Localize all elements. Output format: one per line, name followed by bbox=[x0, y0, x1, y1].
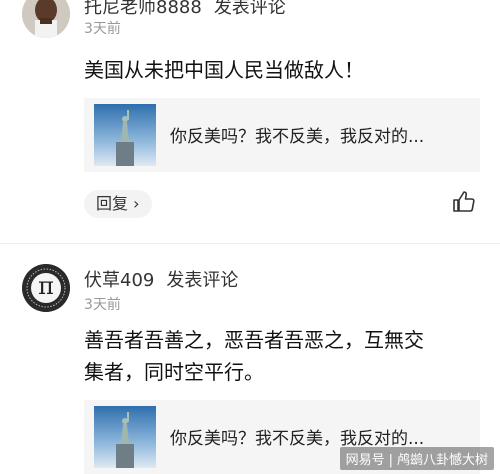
statue-of-liberty-thumbnail bbox=[94, 406, 156, 468]
reply-button[interactable]: 回复 › bbox=[84, 190, 152, 218]
reply-label: 回复 bbox=[96, 194, 129, 213]
quoted-article-title: 你反美吗？我不反美，我反对的... bbox=[170, 127, 425, 147]
chevron-right-icon: › bbox=[133, 194, 140, 213]
avatar[interactable]: π bbox=[22, 264, 70, 312]
thumbs-up-icon[interactable] bbox=[452, 190, 476, 214]
username-text[interactable]: 托尼老师8888 bbox=[84, 0, 202, 18]
quoted-article[interactable]: 你反美吗？我不反美，我反对的... bbox=[84, 98, 480, 172]
comment-text-line-1: 善吾者吾善之，恶吾者吾恶之，互無交 bbox=[84, 328, 424, 352]
statue-of-liberty-thumbnail bbox=[94, 104, 156, 166]
comment-username[interactable]: 伏草409 发表评论 bbox=[84, 266, 238, 292]
watermark: 网易号 | 鸬鹚八卦憾大树 bbox=[339, 447, 494, 470]
quoted-article-title: 你反美吗？我不反美，我反对的... bbox=[170, 429, 425, 449]
comment-username[interactable]: 托尼老师8888 发表评论 bbox=[84, 0, 286, 19]
watermark-separator: | bbox=[388, 453, 393, 468]
comment-time: 3天前 bbox=[84, 21, 121, 37]
avatar[interactable] bbox=[22, 0, 70, 38]
comment-time: 3天前 bbox=[84, 297, 121, 313]
action-text: 发表评论 bbox=[213, 0, 286, 18]
avatar-image bbox=[22, 0, 70, 38]
username-text[interactable]: 伏草409 bbox=[84, 270, 154, 291]
avatar-symbol: π bbox=[38, 272, 54, 300]
watermark-brand: 网易号 bbox=[345, 453, 385, 468]
comment-text-line-2: 集者，同时空平行。 bbox=[84, 360, 264, 384]
watermark-account: 鸬鹚八卦憾大树 bbox=[396, 453, 488, 468]
action-text: 发表评论 bbox=[166, 270, 239, 291]
comment-text: 美国从未把中国人民当做敌人！ bbox=[84, 58, 364, 82]
comment-divider bbox=[0, 243, 500, 244]
